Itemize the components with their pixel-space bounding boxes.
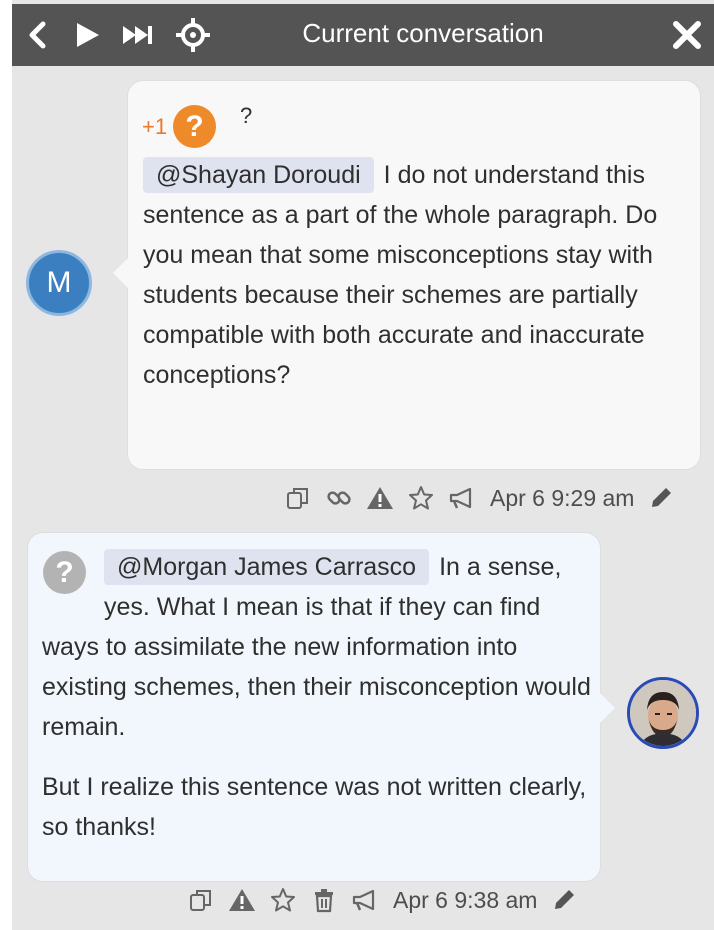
fast-forward-button[interactable] bbox=[118, 16, 156, 54]
comment-actions: Apr 6 9:29 am bbox=[281, 481, 685, 515]
star-icon bbox=[409, 486, 433, 510]
report-button[interactable] bbox=[225, 883, 259, 917]
comment-body: I do not understand this sentence as a p… bbox=[143, 161, 658, 389]
comment-text: ? @Morgan James Carrasco In a sense, yes.… bbox=[42, 547, 592, 867]
question-mark-text: ? bbox=[240, 103, 253, 128]
avatar-initial: M bbox=[46, 266, 72, 299]
status-indicator[interactable]: ? bbox=[42, 547, 104, 595]
copy-button[interactable] bbox=[184, 883, 218, 917]
announce-button[interactable] bbox=[348, 883, 382, 917]
close-button[interactable] bbox=[668, 16, 706, 54]
star-icon bbox=[271, 888, 295, 912]
link-icon bbox=[327, 491, 351, 505]
megaphone-icon bbox=[449, 487, 472, 509]
pencil-icon bbox=[652, 488, 672, 507]
question-icon: ? bbox=[43, 551, 86, 594]
back-icon bbox=[29, 21, 46, 49]
comment-text: @Shayan Doroudi I do not understand this … bbox=[143, 155, 683, 395]
user-photo bbox=[630, 680, 696, 746]
announce-button[interactable] bbox=[445, 481, 479, 515]
copy-button[interactable] bbox=[281, 481, 315, 515]
timestamp: Apr 6 9:29 am bbox=[490, 484, 635, 511]
fast-forward-icon bbox=[123, 26, 152, 44]
edit-button[interactable] bbox=[547, 883, 581, 917]
comment-actions: Apr 6 9:38 am bbox=[184, 883, 588, 917]
warning-icon bbox=[367, 487, 393, 509]
header-bar: Current conversation bbox=[12, 4, 714, 66]
delete-button[interactable] bbox=[307, 883, 341, 917]
vote-count: +1 bbox=[142, 113, 168, 139]
close-icon bbox=[673, 21, 701, 49]
copy-icon bbox=[190, 890, 211, 911]
play-icon bbox=[77, 23, 99, 47]
comment-bubble: +1 ? ? @Shayan Doroudi I do not understan… bbox=[113, 80, 701, 470]
star-button[interactable] bbox=[404, 481, 438, 515]
timestamp: Apr 6 9:38 am bbox=[393, 886, 538, 913]
comment-bubble: ? @Morgan James Carrasco In a sense, yes.… bbox=[27, 532, 615, 882]
vote-indicator[interactable]: +1 ? bbox=[142, 105, 217, 148]
link-button[interactable] bbox=[322, 481, 356, 515]
megaphone-icon bbox=[352, 889, 375, 911]
warning-icon bbox=[229, 889, 255, 911]
pencil-icon bbox=[555, 890, 575, 909]
bubble-tail bbox=[599, 692, 615, 724]
star-button[interactable] bbox=[266, 883, 300, 917]
back-button[interactable] bbox=[20, 16, 58, 54]
avatar[interactable] bbox=[627, 677, 699, 749]
play-button[interactable] bbox=[68, 16, 106, 54]
panel-title: Current conversation bbox=[302, 18, 544, 48]
mention-tag[interactable]: @Shayan Doroudi bbox=[143, 157, 374, 193]
locate-button[interactable] bbox=[174, 16, 212, 54]
copy-icon bbox=[287, 488, 308, 509]
report-button[interactable] bbox=[363, 481, 397, 515]
comment-body-second: But I realize this sentence was not writ… bbox=[42, 773, 587, 841]
edit-button[interactable] bbox=[644, 481, 678, 515]
mention-tag[interactable]: @Morgan James Carrasco bbox=[104, 549, 430, 585]
bubble-tail bbox=[113, 257, 129, 289]
trash-icon bbox=[315, 889, 333, 913]
crosshair-icon bbox=[176, 18, 210, 52]
avatar[interactable]: M bbox=[26, 250, 92, 316]
question-icon: ? bbox=[173, 105, 217, 148]
